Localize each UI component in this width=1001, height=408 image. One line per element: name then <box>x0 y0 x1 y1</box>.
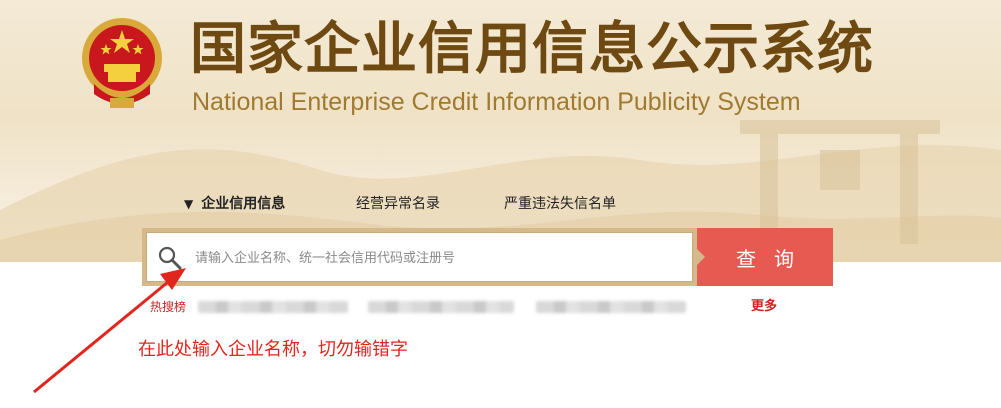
button-notch <box>697 249 705 265</box>
search-input[interactable] <box>193 233 687 283</box>
header-banner: 国家企业信用信息公示系统 National Enterprise Credit … <box>0 0 1001 262</box>
search-box <box>146 232 693 283</box>
hot-search-item[interactable] <box>368 301 514 313</box>
tab-label: 严重违法失信名单 <box>504 196 616 212</box>
tab-label: 企业信用信息 <box>201 196 286 212</box>
annotation-text: 在此处输入企业名称，切勿输错字 <box>138 339 408 360</box>
system-title-cn: 国家企业信用信息公示系统 <box>190 17 874 82</box>
more-link[interactable]: 更多 <box>751 296 777 318</box>
search-frame <box>142 228 697 286</box>
search-button-label: 查询 <box>736 246 812 271</box>
hot-search-item[interactable] <box>198 301 348 313</box>
hot-search-item[interactable] <box>536 301 686 313</box>
hot-search-label: 热搜榜 <box>150 300 187 314</box>
search-type-tabs: ▼ 企业信用信息 经营异常名录 严重违法失信名单 <box>184 193 684 215</box>
search-icon <box>158 246 182 270</box>
national-emblem-icon <box>82 18 162 108</box>
search-button[interactable]: 查询 <box>697 228 833 286</box>
tab-abnormal-operation[interactable]: 经营异常名录 <box>356 193 440 215</box>
tab-enterprise-credit[interactable]: ▼ 企业信用信息 <box>184 193 285 215</box>
tab-serious-violation[interactable]: 严重违法失信名单 <box>504 193 616 215</box>
tab-label: 经营异常名录 <box>356 196 440 212</box>
caret-down-icon: ▼ <box>184 197 194 211</box>
system-title-en: National Enterprise Credit Information P… <box>192 88 801 116</box>
hot-search-row: 热搜榜 更多 <box>150 296 840 318</box>
